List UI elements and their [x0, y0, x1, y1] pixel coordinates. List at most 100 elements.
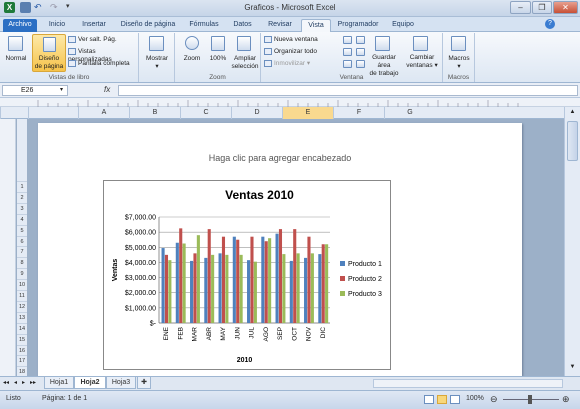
page-layout-view-button[interactable]: Diseño de página [32, 34, 66, 72]
new-window-button[interactable]: Nueva ventana [264, 36, 318, 44]
side-by-side-icon[interactable] [356, 36, 365, 44]
show-button[interactable]: Mostrar [139, 55, 175, 63]
show-dropdown-icon[interactable]: ▾ [139, 63, 175, 71]
arrange-all-button[interactable]: Organizar todo [264, 48, 317, 56]
page-break-status-icon[interactable] [450, 395, 460, 404]
insert-sheet-icon[interactable]: ✚ [137, 377, 151, 389]
scroll-up-icon[interactable]: ▲ [567, 109, 578, 119]
column-header-g[interactable]: G [384, 107, 435, 119]
bar-producto-1 [261, 236, 265, 323]
macros-button[interactable]: Macros [443, 55, 475, 63]
fx-icon[interactable]: fx [104, 85, 110, 94]
row-header-1[interactable]: 1 [17, 181, 27, 192]
unhide-icon[interactable] [343, 60, 352, 68]
arrange-all-label: Organizar todo [274, 48, 317, 56]
zoom-in-icon[interactable]: ⊕ [562, 394, 570, 405]
vertical-scrollbar[interactable]: ▲ ▼ [564, 107, 580, 376]
row-header-7[interactable]: 7 [17, 246, 27, 257]
zoom-out-icon[interactable]: ⊖ [490, 394, 498, 405]
restore-button[interactable]: ❐ [532, 1, 552, 14]
row-header-4[interactable]: 4 [17, 213, 27, 225]
y-tick-label: $5,000.00 [125, 245, 156, 252]
prev-sheet-icon[interactable]: ◂ [14, 379, 17, 386]
row-header-16[interactable]: 16 [17, 344, 27, 356]
first-sheet-icon[interactable]: ◂◂ [3, 379, 9, 386]
bar-producto-1 [247, 260, 251, 323]
name-box[interactable]: E26 [2, 85, 68, 96]
sheet-tab-hoja1[interactable]: Hoja1 [44, 377, 74, 389]
sheet-tab-hoja3[interactable]: Hoja3 [106, 377, 136, 389]
tab-archivo[interactable]: Archivo [3, 19, 37, 32]
normal-view-button[interactable]: Normal [3, 55, 29, 63]
name-box-dropdown-icon[interactable]: ▾ [60, 86, 63, 93]
zoom-button[interactable]: Zoom [177, 55, 207, 63]
row-header-6[interactable]: 6 [17, 235, 27, 247]
split-icon[interactable] [343, 36, 352, 44]
x-tick-label: ENE [163, 326, 170, 340]
tab-diseno-pagina[interactable]: Diseño de página [116, 19, 180, 32]
column-header-f[interactable]: F [333, 107, 384, 119]
hide-icon[interactable] [343, 48, 352, 56]
row-header-12[interactable]: 12 [17, 300, 27, 312]
title-bar: X ↶ ↷ ▾ Graficos - Microsoft Excel – ❐ ✕ [0, 0, 580, 17]
tab-formulas[interactable]: Fórmulas [186, 19, 222, 32]
column-header-e[interactable]: E [282, 107, 333, 119]
column-header-a[interactable]: A [78, 107, 129, 119]
tab-inicio[interactable]: Inicio [43, 19, 71, 32]
row-header-8[interactable]: 8 [17, 257, 27, 268]
bar-producto-3 [296, 253, 300, 323]
tab-insertar[interactable]: Insertar [77, 19, 111, 32]
row-header-15[interactable]: 15 [17, 333, 27, 345]
help-icon[interactable]: ? [545, 19, 555, 29]
row-header-3[interactable]: 3 [17, 202, 27, 214]
tab-revisar[interactable]: Revisar [263, 19, 297, 32]
sheet-tab-hoja2[interactable]: Hoja2 [74, 377, 106, 389]
scroll-thumb[interactable] [567, 121, 578, 161]
row-header-13[interactable]: 13 [17, 311, 27, 323]
last-sheet-icon[interactable]: ▸▸ [30, 379, 36, 386]
column-header-b[interactable]: B [129, 107, 180, 119]
macros-dropdown-icon[interactable]: ▾ [443, 63, 475, 71]
formula-input[interactable] [118, 85, 578, 96]
y-axis-label: Ventas [112, 259, 119, 282]
tab-vista[interactable]: Vista [301, 19, 331, 32]
select-all-corner[interactable] [0, 107, 28, 119]
page-layout-status-icon[interactable] [437, 395, 447, 404]
switch-windows-button[interactable]: Cambiar ventanas ▾ [403, 54, 441, 70]
row-header-5[interactable]: 5 [17, 224, 27, 236]
bar-producto-2 [207, 229, 211, 323]
column-header-d[interactable]: D [231, 107, 282, 119]
full-screen-button[interactable]: Pantalla completa [68, 60, 130, 68]
tab-equipo[interactable]: Equipo [388, 19, 418, 32]
page-break-preview-button[interactable]: Ver salt. Pág. [68, 36, 117, 44]
zoom-selection-button[interactable]: Ampliar selección [229, 55, 261, 71]
page-layout-label-2: de página [34, 63, 64, 70]
page-header-placeholder[interactable]: Haga clic para agregar encabezado [38, 153, 522, 163]
x-tick-label: NOV [306, 326, 313, 341]
row-header-9[interactable]: 9 [17, 268, 27, 279]
tab-datos[interactable]: Datos [229, 19, 256, 32]
next-sheet-icon[interactable]: ▸ [22, 379, 25, 386]
zoom-slider-thumb[interactable] [528, 395, 532, 404]
zoom-level[interactable]: 100% [466, 395, 484, 402]
column-header-c[interactable]: C [180, 107, 231, 119]
normal-view-status-icon[interactable] [424, 395, 434, 404]
row-header-11[interactable]: 11 [17, 290, 27, 301]
chart[interactable]: Ventas 2010 $- $1,000.00 $2,000.00 $3,000.00… [103, 180, 391, 370]
x-tick-label: JUL [249, 327, 256, 339]
row-header-10[interactable]: 10 [17, 279, 27, 290]
freeze-panes-button[interactable]: Inmovilizar ▾ [264, 60, 310, 68]
bar-producto-2 [164, 254, 169, 323]
scroll-down-icon[interactable]: ▼ [567, 364, 578, 374]
zoom-100-button[interactable]: 100% [205, 55, 231, 63]
horizontal-scrollbar[interactable] [373, 379, 563, 388]
ribbon: Normal Diseño de página Ver salt. Pág. V… [0, 32, 580, 83]
tab-programador[interactable]: Programador [335, 19, 381, 32]
close-button[interactable]: ✕ [553, 1, 578, 14]
sync-scroll-icon[interactable] [356, 48, 365, 56]
reset-position-icon[interactable] [356, 60, 365, 68]
row-header-14[interactable]: 14 [17, 322, 27, 334]
row-header-2[interactable]: 2 [17, 191, 27, 203]
minimize-button[interactable]: – [510, 1, 531, 14]
row-header-17[interactable]: 17 [17, 355, 27, 366]
